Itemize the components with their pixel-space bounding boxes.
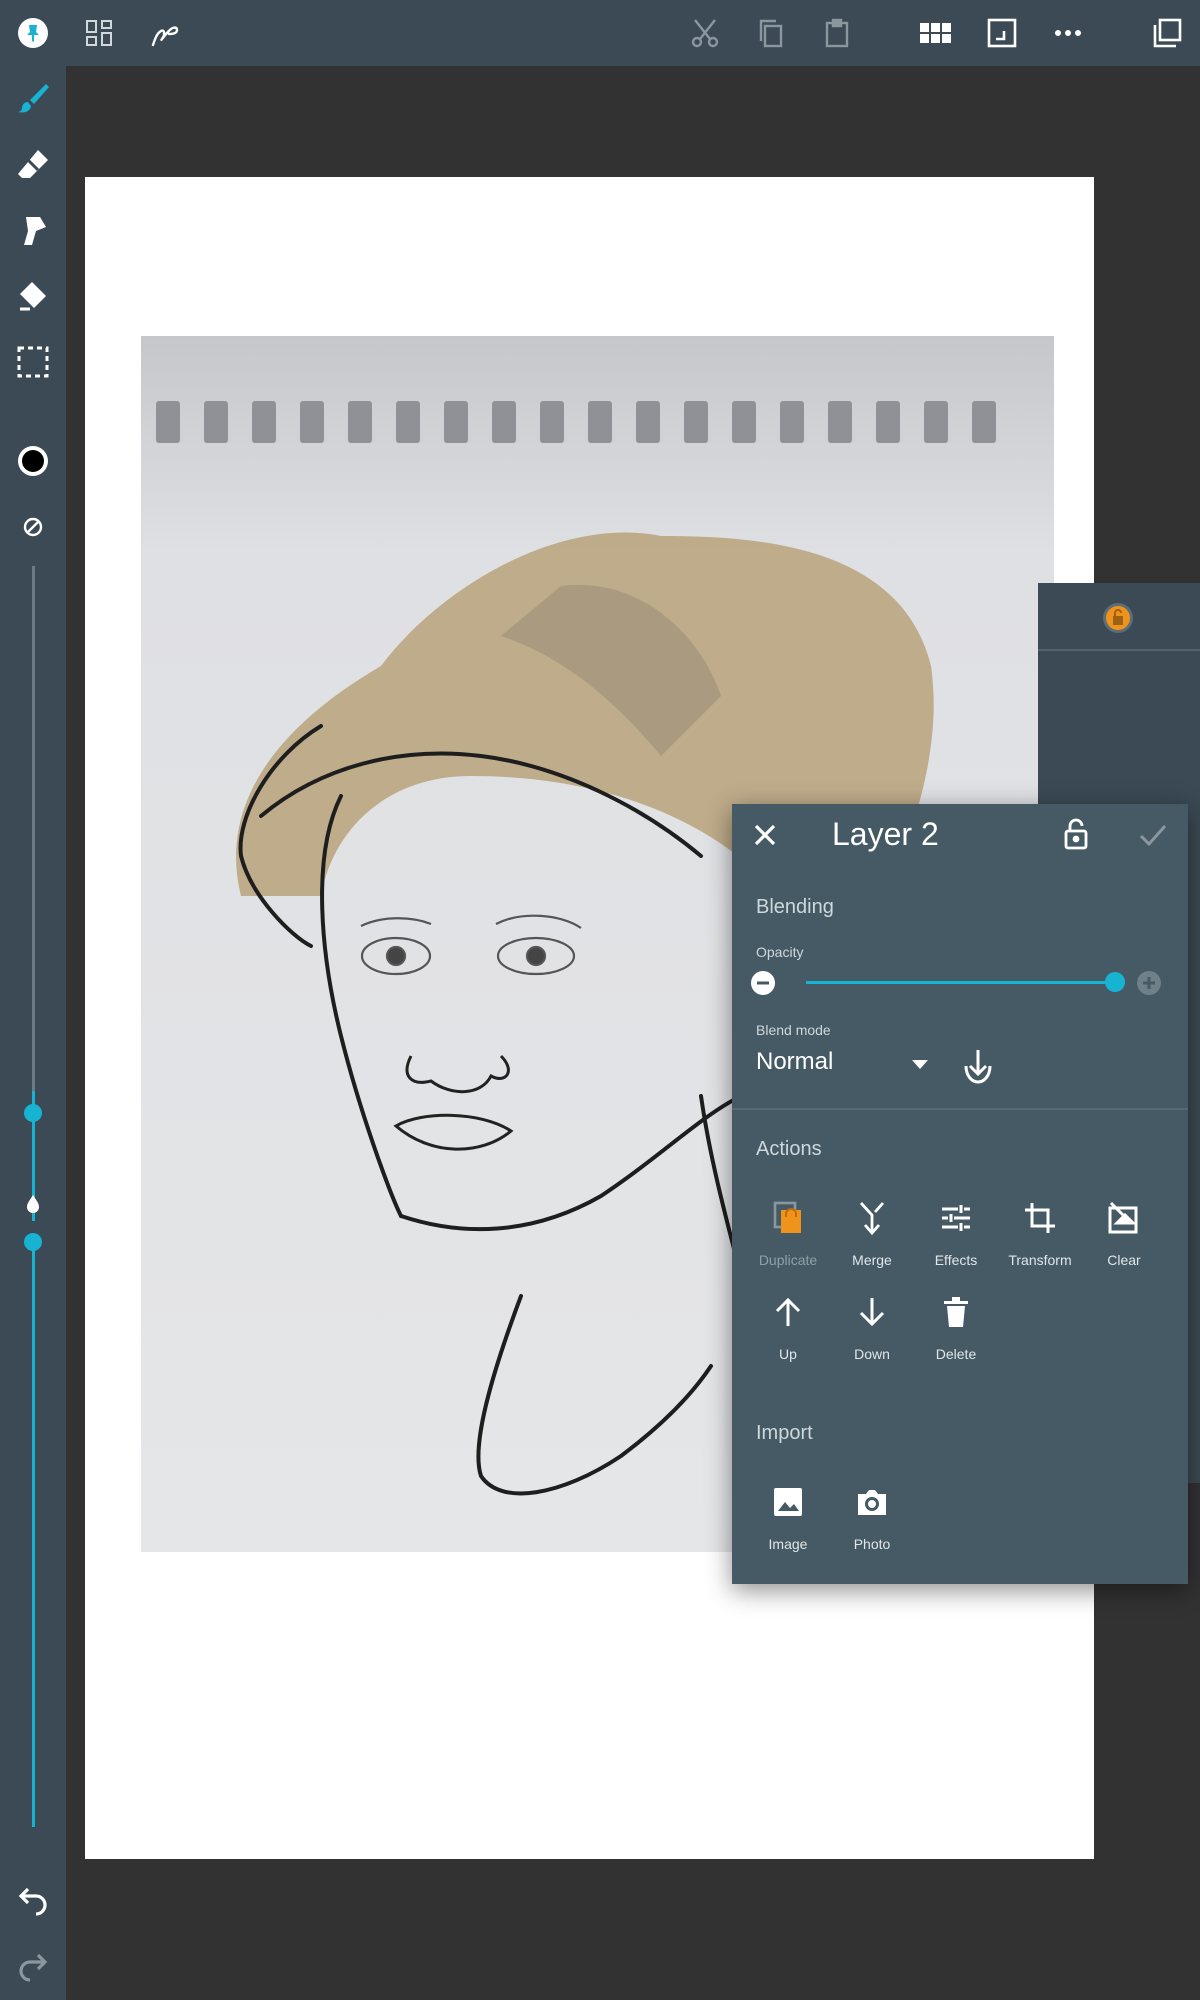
opacity-drop-icon — [8, 1179, 58, 1229]
actions-section-title: Actions — [756, 1138, 822, 1160]
chevron-down-icon — [912, 1060, 928, 1070]
clip-anchor-icon[interactable] — [962, 1046, 998, 1086]
grid-icon[interactable] — [911, 8, 961, 58]
duplicate-label: Duplicate — [758, 1252, 818, 1268]
fill-icon[interactable] — [8, 271, 58, 321]
cut-icon[interactable] — [680, 8, 730, 58]
copy-icon[interactable] — [746, 8, 796, 58]
no-texture-icon[interactable] — [8, 502, 58, 552]
paste-icon[interactable] — [812, 8, 862, 58]
effects-button[interactable]: Effects — [914, 1192, 998, 1268]
blend-mode-label: Blend mode — [756, 1022, 831, 1038]
eraser-icon[interactable] — [8, 139, 58, 189]
confirm-check-icon[interactable] — [1136, 818, 1170, 852]
layer-properties-dialog: Layer 2 Blending Opacity Blend mode Norm… — [732, 804, 1188, 1584]
import-section-title: Import — [756, 1422, 813, 1444]
gallery-icon[interactable] — [74, 8, 124, 58]
opacity-slider-track[interactable] — [806, 981, 1115, 984]
blend-mode-select[interactable]: Normal — [756, 1048, 936, 1084]
redo-icon[interactable] — [8, 1942, 58, 1992]
opacity-label: Opacity — [756, 944, 804, 960]
layers-icon[interactable] — [1142, 8, 1192, 58]
camera-icon — [830, 1476, 914, 1528]
blend-mode-value: Normal — [756, 1048, 834, 1075]
merge-icon — [830, 1192, 914, 1244]
pin-icon[interactable] — [8, 8, 58, 58]
smudge-icon[interactable] — [8, 205, 58, 255]
image-icon — [746, 1476, 830, 1528]
section-divider — [732, 1108, 1188, 1110]
undo-icon[interactable] — [8, 1876, 58, 1926]
top-toolbar — [0, 0, 1200, 66]
opacity-increase-icon[interactable] — [1136, 970, 1162, 996]
brush-icon[interactable] — [8, 73, 58, 123]
up-label: Up — [779, 1346, 797, 1362]
opacity-slider-knob[interactable] — [1105, 972, 1125, 992]
transform-label: Transform — [1008, 1252, 1072, 1268]
more-icon[interactable] — [1043, 8, 1093, 58]
dialog-title: Layer 2 — [832, 816, 939, 852]
color-icon[interactable] — [8, 436, 58, 486]
lock-badge-icon[interactable] — [1102, 602, 1134, 634]
transform-icon — [998, 1192, 1082, 1244]
blending-section-title: Blending — [756, 896, 834, 918]
selection-icon[interactable] — [8, 337, 58, 387]
down-label: Down — [854, 1346, 890, 1362]
import-photo-button[interactable]: Photo — [830, 1476, 914, 1552]
delete-label: Delete — [935, 1346, 977, 1362]
arrow-up-icon — [746, 1286, 830, 1338]
effects-label: Effects — [934, 1252, 978, 1268]
image-label: Image — [768, 1536, 808, 1552]
duplicate-button[interactable]: Duplicate — [746, 1192, 830, 1268]
brush-size-knob[interactable] — [24, 1104, 42, 1122]
import-image-button[interactable]: Image — [746, 1476, 830, 1552]
transform-button[interactable]: Transform — [998, 1192, 1082, 1268]
clear-icon — [1082, 1192, 1166, 1244]
merge-label: Merge — [852, 1252, 892, 1268]
panel-divider — [1038, 649, 1200, 651]
move-up-button[interactable]: Up — [746, 1286, 830, 1362]
clear-label: Clear — [1107, 1252, 1141, 1268]
delete-icon — [914, 1286, 998, 1338]
brush-opacity-fill — [32, 1242, 35, 1827]
duplicate-icon — [746, 1192, 830, 1244]
stroke-icon[interactable] — [140, 8, 190, 58]
brush-opacity-knob[interactable] — [24, 1233, 42, 1251]
merge-button[interactable]: Merge — [830, 1192, 914, 1268]
photo-label: Photo — [853, 1536, 891, 1552]
arrow-down-icon — [830, 1286, 914, 1338]
fit-screen-icon[interactable] — [977, 8, 1027, 58]
brush-size-track[interactable] — [32, 566, 35, 1091]
effects-icon — [914, 1192, 998, 1244]
tool-sidebar — [0, 66, 66, 2000]
close-icon[interactable] — [748, 818, 782, 852]
clear-button[interactable]: Clear — [1082, 1192, 1166, 1268]
lock-icon[interactable] — [1058, 816, 1094, 852]
delete-button[interactable]: Delete — [914, 1286, 998, 1362]
move-down-button[interactable]: Down — [830, 1286, 914, 1362]
opacity-decrease-icon[interactable] — [750, 970, 776, 996]
